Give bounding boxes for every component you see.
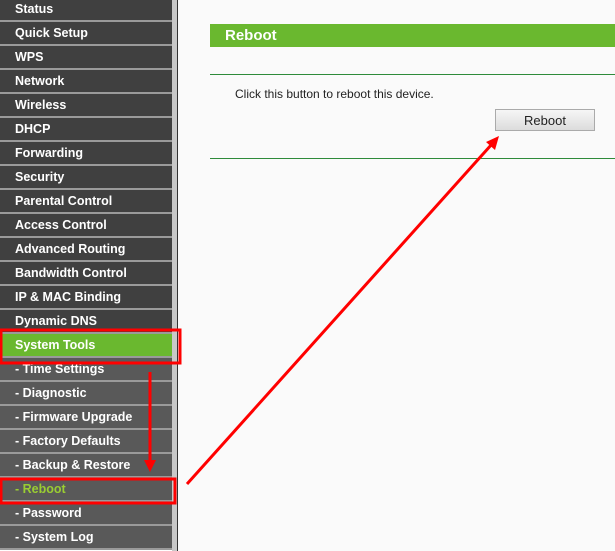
highlight-reboot	[0, 477, 177, 505]
arrow-down-head	[144, 460, 156, 472]
arrow-to-button	[185, 142, 494, 486]
highlight-system-tools	[0, 328, 182, 365]
annotation-overlay	[0, 136, 499, 505]
